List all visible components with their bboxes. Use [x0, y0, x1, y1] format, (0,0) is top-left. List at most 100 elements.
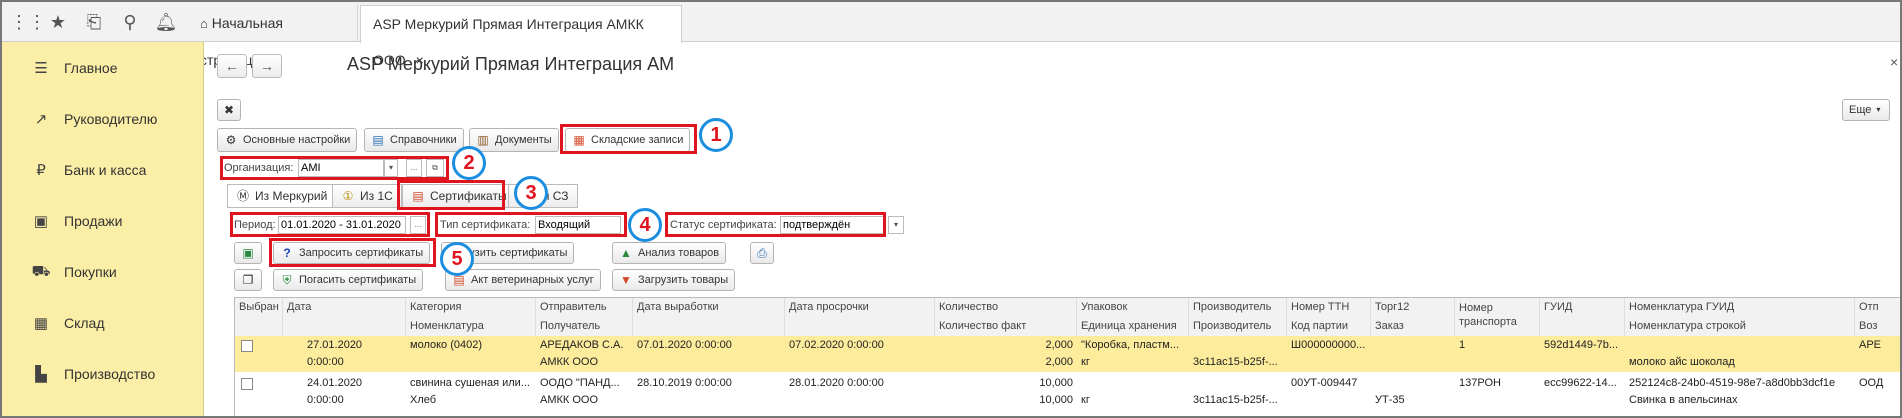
tab-home[interactable]: ⌂ Начальная страница — [188, 5, 358, 68]
gear-icon: ⚙ — [225, 133, 237, 147]
col-header[interactable]: Выбран — [235, 298, 283, 336]
cell: АРЕДАКОВ С.А. — [540, 339, 624, 351]
highlight-box-4b — [435, 212, 627, 237]
more-button[interactable]: Еще ▾ — [1842, 99, 1890, 121]
subtab-from-mercury[interactable]: Ⓜ Из Меркурий — [227, 184, 337, 208]
col-header[interactable]: Упаковок — [1077, 298, 1189, 317]
sidebar-item-label: Руководителю — [64, 111, 158, 127]
wrench-icon: ✖ — [223, 103, 235, 117]
col-header[interactable]: Получатель — [536, 317, 633, 336]
sidebar-item-sales[interactable]: ▣ Продажи — [2, 196, 204, 246]
search-icon[interactable]: ⚲ — [118, 10, 142, 34]
col-header[interactable]: Номенклатура ГУИД — [1625, 298, 1855, 317]
cell: 1 — [1459, 339, 1466, 351]
col-header[interactable]: Количество — [935, 298, 1077, 317]
cell: 10,000 — [1039, 377, 1073, 389]
col-header[interactable]: Номенклатура строкой — [1625, 317, 1855, 336]
sidebar-item-purchases[interactable]: ⛟ Покупки — [2, 247, 204, 297]
cert-status-dropdown-icon[interactable]: ▾ — [888, 216, 904, 234]
col-header[interactable]: Дата — [283, 298, 406, 317]
select-all-button[interactable]: ▣ — [234, 242, 262, 264]
cell: ООДО "ПАНД... — [540, 377, 620, 389]
chart-icon: ↗ — [34, 111, 48, 128]
marker-1: 1 — [699, 118, 733, 152]
certificates-table: Выбран Дата Категория Отправитель Дата в… — [234, 297, 1900, 416]
cell: 28.01.2020 0:00:00 — [789, 377, 884, 389]
forward-button[interactable]: → — [252, 54, 282, 78]
col-header — [633, 317, 785, 336]
bell-icon[interactable]: 🔔︎ — [154, 10, 178, 34]
col-header[interactable]: Отп — [1855, 298, 1900, 317]
close-form-icon[interactable]: × — [1890, 54, 1898, 70]
directory-icon: ▤ — [372, 133, 384, 147]
app-window: ⋮⋮ ★ ⎗ ⚲ 🔔︎ ⌂ Начальная страница ASP Мер… — [0, 0, 1902, 418]
col-header[interactable]: Торг12 — [1371, 298, 1455, 317]
subtab-from-1c[interactable]: ① Из 1С — [332, 184, 402, 208]
load-goods-button[interactable]: ▼ Загрузить товары — [612, 269, 736, 291]
cart-icon: ⛟ — [31, 262, 51, 280]
history-icon[interactable]: ⎗ — [82, 10, 106, 34]
button-label: Загрузить товары — [638, 274, 729, 286]
col-header[interactable]: Количество факт — [935, 317, 1077, 336]
cell: Хлеб — [410, 394, 437, 406]
col-header[interactable]: Воз — [1855, 317, 1900, 336]
cell: 2,000 — [1045, 356, 1073, 368]
button-label: Акт ветеринарных услуг — [471, 274, 594, 286]
col-header[interactable]: Дата просрочки — [785, 298, 935, 317]
col-header[interactable]: Номер транспорта — [1455, 298, 1540, 336]
bag-icon: ▣ — [33, 213, 49, 230]
col-header[interactable]: Заказ — [1371, 317, 1455, 336]
tab-basic-settings[interactable]: ⚙ Основные настройки — [217, 128, 358, 152]
cell: 0:00:00 — [307, 394, 344, 406]
sidebar-item-label: Производство — [64, 366, 156, 382]
back-button[interactable]: ← — [217, 54, 247, 78]
sidebar-item-bank[interactable]: ₽ Банк и касса — [2, 145, 204, 195]
printer-icon: ⎙ — [757, 246, 767, 260]
cell: свинина сушеная или... — [410, 377, 530, 389]
analyze-goods-button[interactable]: ▲ Анализ товаров — [612, 242, 727, 264]
highlight-box-4a — [230, 212, 430, 237]
col-header[interactable]: Номенклатура — [406, 317, 536, 336]
sidebar-item-label: Покупки — [64, 264, 117, 280]
cell: 3c11ac15-b25f-... — [1193, 394, 1278, 406]
tab-directories[interactable]: ▤ Справочники — [364, 128, 464, 152]
tools-button[interactable]: ✖ — [217, 99, 241, 121]
cell: 592d1449-7b... — [1544, 339, 1619, 351]
marker-2: 2 — [452, 146, 486, 180]
cell: 28.10.2019 0:00:00 — [637, 377, 732, 389]
vet-services-act-button[interactable]: ▤ Акт ветеринарных услуг — [445, 269, 601, 291]
copy-button[interactable]: ❐ — [234, 269, 262, 291]
col-header[interactable]: Производитель — [1189, 317, 1287, 336]
sidebar-item-production[interactable]: ▙ Производство — [2, 349, 204, 399]
highlight-box-3 — [397, 180, 505, 210]
repay-certificates-button[interactable]: ⛨ Погасить сертификаты — [273, 269, 424, 291]
tab-documents[interactable]: ▥ Документы — [469, 128, 559, 152]
col-header[interactable]: Единица хранения — [1077, 317, 1189, 336]
subtab-label: Из Меркурий — [255, 189, 328, 203]
cell: кг — [1081, 356, 1090, 368]
row-checkbox[interactable] — [241, 340, 253, 352]
sidebar-item-main[interactable]: ☰ Главное — [2, 43, 204, 93]
col-header[interactable]: ГУИД — [1540, 298, 1625, 317]
sidebar-item-manager[interactable]: ↗ Руководителю — [2, 94, 204, 144]
tab-asp-mercury[interactable]: ASP Меркурий Прямая Интеграция АМКК ООО … — [360, 5, 682, 68]
print-button[interactable]: ⎙ — [750, 242, 774, 264]
col-header[interactable]: Категория — [406, 298, 536, 317]
col-header[interactable]: Дата выработки — [633, 298, 785, 317]
button-label: Погасить сертификаты — [299, 274, 417, 286]
sidebar-item-label: Главное — [64, 60, 118, 76]
apps-grid-icon[interactable]: ⋮⋮ — [10, 10, 46, 34]
col-header[interactable]: Номер ТТН — [1287, 298, 1371, 317]
col-header[interactable]: Производитель — [1189, 298, 1287, 317]
col-header[interactable]: Отправитель — [536, 298, 633, 317]
marker-5: 5 — [440, 242, 474, 276]
star-icon[interactable]: ★ — [46, 10, 70, 34]
chevron-down-icon: ▾ — [1876, 105, 1881, 114]
sidebar-item-warehouse[interactable]: ▦ Склад — [2, 298, 204, 348]
col-header — [785, 317, 935, 336]
cell: кг — [1081, 394, 1090, 406]
cell: УТ-35 — [1375, 394, 1405, 406]
col-header[interactable]: Код партии — [1287, 317, 1371, 336]
analyze-icon: ▲ — [620, 246, 632, 260]
row-checkbox[interactable] — [241, 378, 253, 390]
